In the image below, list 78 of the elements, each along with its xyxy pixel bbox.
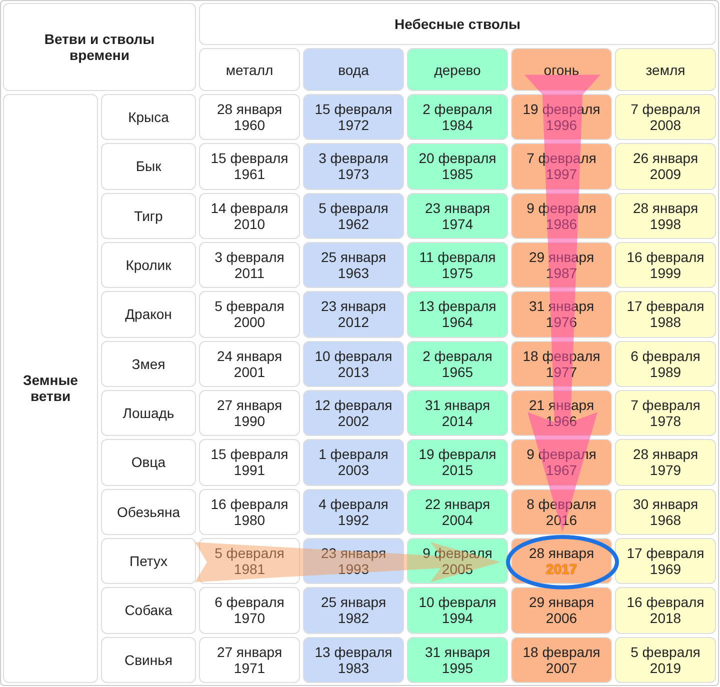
date-cell: 27 января 1990 — [199, 390, 300, 436]
date-cell: 23 января 1974 — [407, 192, 508, 239]
date-cell: 6 февраля 1970 — [199, 587, 300, 634]
date-cell: 16 февраля 1980 — [199, 488, 300, 535]
date-cell: 23 января 2012 — [303, 291, 404, 338]
column-header: дерево — [407, 48, 508, 91]
date-cell: 6 февраля 1989 — [615, 340, 716, 387]
column-header: огонь — [511, 48, 612, 91]
animal-label: Кролик — [101, 242, 196, 288]
date-cell: 14 февраля 2010 — [199, 192, 300, 239]
date-cell: 9 февраля 1967 — [511, 439, 612, 486]
date-cell: 18 февраля 1977 — [511, 340, 612, 387]
date-cell: 19 февраля 1996 — [511, 94, 612, 140]
date-cell: 27 января 1971 — [199, 636, 300, 683]
date-cell: 31 января 1995 — [407, 636, 508, 683]
date-cell: 3 февраля 1973 — [303, 143, 404, 190]
animal-label: Собака — [101, 587, 196, 634]
date-cell: 1 февраля 2003 — [303, 439, 404, 486]
date-cell: 15 февраля 1991 — [199, 439, 300, 486]
date-cell: 15 февраля 1961 — [199, 143, 300, 190]
animal-label: Петух — [101, 538, 196, 584]
date-cell: 28 января 1960 — [199, 94, 300, 140]
date-cell: 31 января 2014 — [407, 390, 508, 436]
animal-label: Бык — [101, 143, 196, 190]
date-cell: 17 февраля 1988 — [615, 291, 716, 338]
date-cell: 5 февраля 1981 — [199, 538, 300, 584]
animal-label: Тигр — [101, 192, 196, 239]
column-header: вода — [303, 48, 404, 91]
date-cell: 7 февраля 1978 — [615, 390, 716, 436]
date-cell: 21 января 1966 — [511, 390, 612, 436]
stems-header: Небесные стволы — [199, 3, 716, 45]
date-cell: 17 февраля 1969 — [615, 538, 716, 584]
date-cell: 8 февраля 2016 — [511, 488, 612, 535]
date-cell: 16 февраля 2018 — [615, 587, 716, 634]
date-cell: 29 января 1987 — [511, 242, 612, 288]
corner-header: Ветви и стволы времени — [3, 3, 196, 91]
date-cell: 5 февраля 2000 — [199, 291, 300, 338]
animal-label: Овца — [101, 439, 196, 486]
date-cell: 20 февраля 1985 — [407, 143, 508, 190]
date-cell: 3 февраля 2011 — [199, 242, 300, 288]
date-cell: 19 февраля 2015 — [407, 439, 508, 486]
date-cell: 11 февраля 1975 — [407, 242, 508, 288]
column-header: земля — [615, 48, 716, 91]
date-cell: 25 января 1982 — [303, 587, 404, 634]
date-cell: 16 февраля 1999 — [615, 242, 716, 288]
animal-label: Дракон — [101, 291, 196, 338]
date-cell: 5 февраля 1962 — [303, 192, 404, 239]
date-cell: 18 февраля 2007 — [511, 636, 612, 683]
date-cell: 15 февраля 1972 — [303, 94, 404, 140]
date-cell: 31 января 1976 — [511, 291, 612, 338]
animal-label: Змея — [101, 340, 196, 387]
branches-header: Земные ветви — [3, 94, 98, 683]
column-header: металл — [199, 48, 300, 91]
date-cell: 4 февраля 1992 — [303, 488, 404, 535]
date-cell: 28 января 1979 — [615, 439, 716, 486]
date-cell: 7 февраля 2008 — [615, 94, 716, 140]
date-cell: 29 января 2006 — [511, 587, 612, 634]
date-cell: 12 февраля 2002 — [303, 390, 404, 436]
date-cell: 10 февраля 1994 — [407, 587, 508, 634]
date-cell: 22 января 2004 — [407, 488, 508, 535]
date-cell: 26 января 2009 — [615, 143, 716, 190]
date-cell: 7 февраля 1997 — [511, 143, 612, 190]
date-cell: 30 января 1968 — [615, 488, 716, 535]
date-cell: 2 февраля 1984 — [407, 94, 508, 140]
date-cell: 5 февраля 2019 — [615, 636, 716, 683]
date-cell: 25 января 1963 — [303, 242, 404, 288]
animal-label: Обезьяна — [101, 488, 196, 535]
date-cell: 2 февраля 1965 — [407, 340, 508, 387]
date-cell: 24 января 2001 — [199, 340, 300, 387]
animal-label: Лошадь — [101, 390, 196, 436]
animal-label: Свинья — [101, 636, 196, 683]
date-cell: 9 февраля 1986 — [511, 192, 612, 239]
date-cell: 28 января 1998 — [615, 192, 716, 239]
animal-label: Крыса — [101, 94, 196, 140]
date-cell: 9 февраля 2005 — [407, 538, 508, 584]
date-cell: 13 февраля 1964 — [407, 291, 508, 338]
date-cell: 13 февраля 1983 — [303, 636, 404, 683]
date-cell: 10 февраля 2013 — [303, 340, 404, 387]
